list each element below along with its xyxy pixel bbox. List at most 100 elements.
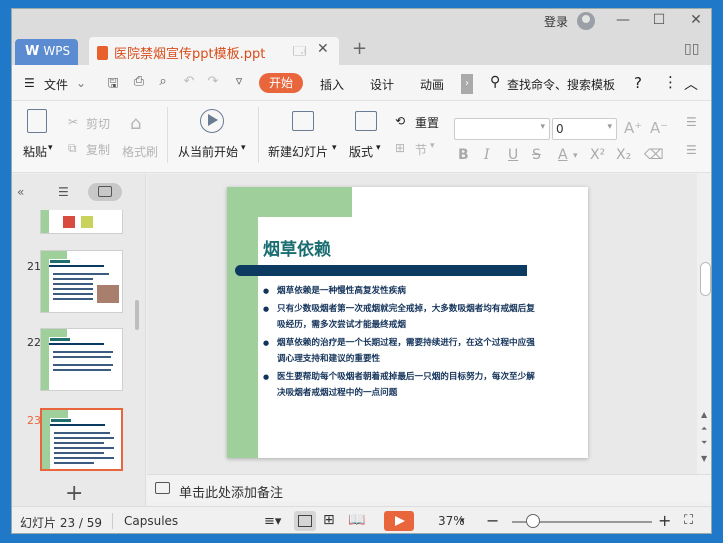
canvas-scrollbar-thumb[interactable] <box>700 262 711 296</box>
next-slide-icon[interactable]: ⏷ <box>701 438 707 448</box>
notes-placeholder[interactable]: 单击此处添加备注 <box>179 482 283 501</box>
minimize-icon[interactable]: — <box>612 12 634 28</box>
subscript-icon[interactable]: X₂ <box>616 147 631 163</box>
menu-scroll-right-icon[interactable]: › <box>461 74 473 94</box>
layout-icon[interactable] <box>355 111 377 131</box>
copy-button[interactable]: 复制 <box>86 141 110 158</box>
font-color-dropdown-icon[interactable]: ▾ <box>573 151 578 161</box>
notes-pane[interactable]: 单击此处添加备注 <box>147 474 711 502</box>
slideshow-play-button[interactable] <box>384 511 414 531</box>
tab-document[interactable]: 医院禁烟宣传ppt模板.ppt 🗔 ✕ <box>89 37 339 65</box>
play-from-current-button[interactable]: 从当前开始 <box>178 143 238 160</box>
new-slide-icon[interactable] <box>292 111 314 131</box>
search-commands[interactable]: 查找命令、搜索模板 <box>507 76 615 93</box>
cut-icon[interactable]: ✂ <box>68 115 78 129</box>
print-preview-icon[interactable]: ⌕ <box>154 74 172 92</box>
slide-bullet-list[interactable]: 烟草依赖是一种慢性高复发性疾病 只有少数吸烟者第一次戒烟就完全戒掉，大多数吸烟者… <box>263 283 543 403</box>
more-options-icon[interactable]: ⋮ <box>663 73 678 91</box>
save-icon[interactable]: 🖫 <box>104 74 122 92</box>
section-dropdown-icon[interactable]: ▾ <box>430 141 435 151</box>
canvas-scrollbar[interactable]: ▲ ⏶ ⏷ ▼ <box>698 174 711 474</box>
theme-name[interactable]: Capsules <box>124 514 178 528</box>
clear-format-icon[interactable]: ⌫ <box>644 147 664 163</box>
decrease-font-icon[interactable]: A⁻ <box>650 119 668 137</box>
format-painter-icon[interactable]: ⌂ <box>130 113 141 134</box>
play-from-current-icon[interactable] <box>200 109 224 133</box>
undo-icon[interactable]: ↶ <box>180 74 198 92</box>
zoom-out-icon[interactable]: − <box>486 511 499 530</box>
play-dropdown-icon[interactable]: ▾ <box>241 143 246 153</box>
close-tab-icon[interactable]: ✕ <box>317 41 329 57</box>
reset-button[interactable]: 重置 <box>415 114 439 131</box>
slide-thumbnail[interactable] <box>40 328 123 391</box>
layout-button[interactable]: 版式 <box>349 143 373 160</box>
thumbnail-scrollbar[interactable] <box>135 300 139 330</box>
layout-dropdown-icon[interactable]: ▾ <box>376 143 381 153</box>
section-button[interactable]: 节 <box>415 141 427 158</box>
increase-font-icon[interactable]: A⁺ <box>624 119 642 137</box>
zoom-dropdown-icon[interactable]: ▾ <box>460 516 465 526</box>
login-link[interactable]: 登录 <box>544 13 568 30</box>
format-painter-button[interactable]: 格式刷 <box>122 143 158 160</box>
cut-button[interactable]: 剪切 <box>86 115 110 132</box>
menu-animation[interactable]: 动画 <box>420 76 444 93</box>
fit-to-window-icon[interactable]: ⛶ <box>684 513 693 528</box>
reset-icon[interactable]: ⟲ <box>395 114 405 128</box>
chevron-down-icon[interactable]: ⌄ <box>76 76 86 90</box>
scroll-down-icon[interactable]: ▼ <box>701 454 707 463</box>
maximize-icon[interactable]: ☐ <box>648 12 670 28</box>
italic-icon[interactable]: I <box>484 147 490 163</box>
new-slide-button[interactable]: 新建幻灯片 <box>268 143 328 160</box>
close-window-icon[interactable]: ✕ <box>685 12 707 28</box>
quick-access-more-icon[interactable]: ▿ <box>230 74 248 92</box>
print-icon[interactable]: ⎙ <box>130 74 148 92</box>
collapse-panel-icon[interactable]: « <box>17 185 24 199</box>
redo-icon[interactable]: ↷ <box>204 74 222 92</box>
paste-button[interactable]: 粘贴 <box>23 143 47 160</box>
help-icon[interactable]: ? <box>634 74 642 92</box>
paragraph-list-icon[interactable]: ☰ <box>686 115 697 129</box>
add-slide-button[interactable]: + <box>65 481 83 506</box>
paste-icon[interactable] <box>27 109 47 133</box>
new-slide-dropdown-icon[interactable]: ▾ <box>332 143 337 153</box>
zoom-slider-knob[interactable] <box>526 514 540 528</box>
menu-file[interactable]: 文件 <box>44 76 68 93</box>
strikethrough-icon[interactable]: S <box>532 147 541 163</box>
tab-layout-icon[interactable]: ▯▯ <box>684 41 699 57</box>
bold-icon[interactable]: B <box>458 147 469 163</box>
search-icon[interactable]: ⚲ <box>490 74 500 90</box>
notes-toggle-icon[interactable]: ≡▾ <box>264 514 281 529</box>
ribbon-separator <box>258 107 259 163</box>
zoom-in-icon[interactable]: + <box>658 511 671 530</box>
slide-thumbnail-selected[interactable] <box>40 408 123 471</box>
underline-icon[interactable]: U <box>508 147 518 163</box>
slide-thumbnail[interactable] <box>40 210 123 234</box>
window-icon[interactable]: 🗔 <box>293 42 306 63</box>
font-family-select[interactable]: ▾ <box>454 118 550 140</box>
hamburger-icon[interactable]: ☰ <box>24 76 35 90</box>
menu-home[interactable]: 开始 <box>259 73 303 93</box>
slide-title[interactable]: 烟草依赖 <box>263 235 331 260</box>
section-icon[interactable]: ⊞ <box>395 141 405 155</box>
font-size-select[interactable]: 0 ▾ <box>552 118 617 140</box>
slide-sorter-icon[interactable]: ⊞ <box>323 512 335 528</box>
menu-design[interactable]: 设计 <box>370 76 394 93</box>
font-color-icon[interactable]: A <box>558 147 568 163</box>
slide-thumbnail[interactable] <box>40 250 123 313</box>
paragraph-align-icon[interactable]: ☰ <box>686 143 697 157</box>
scroll-up-icon[interactable]: ▲ <box>701 410 707 419</box>
copy-icon[interactable]: ⧉ <box>68 141 77 156</box>
reading-view-icon[interactable]: 📖 <box>348 512 365 528</box>
thumbnail-view-toggle[interactable] <box>88 183 122 201</box>
new-tab-icon[interactable]: + <box>352 38 367 59</box>
avatar-icon[interactable] <box>577 12 595 30</box>
outline-view-icon[interactable]: ☰ <box>58 185 69 199</box>
menu-insert[interactable]: 插入 <box>320 76 344 93</box>
normal-view-button[interactable] <box>294 511 316 531</box>
tab-wps-home[interactable]: W WPS <box>15 39 78 65</box>
previous-slide-icon[interactable]: ⏶ <box>701 424 707 434</box>
collapse-ribbon-icon[interactable]: ︿ <box>684 74 698 94</box>
superscript-icon[interactable]: X² <box>590 147 605 163</box>
paste-dropdown-icon[interactable]: ▾ <box>48 143 53 153</box>
current-slide[interactable]: 烟草依赖 烟草依赖是一种慢性高复发性疾病 只有少数吸烟者第一次戒烟就完全戒掉，大… <box>227 187 588 458</box>
